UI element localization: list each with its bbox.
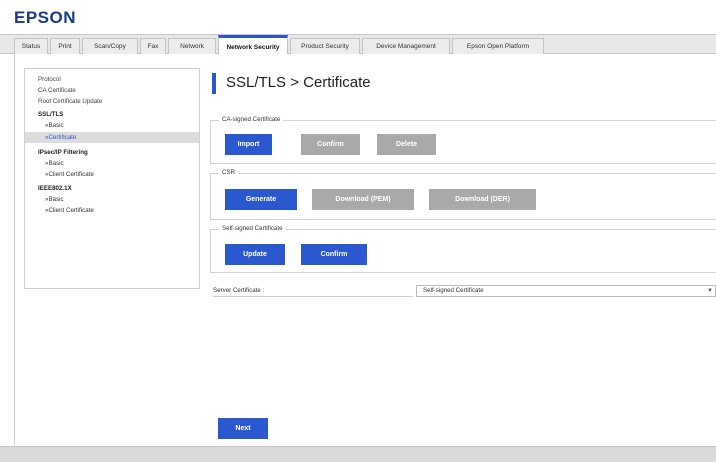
update-button[interactable]: Update [225,244,285,265]
sidebar-item-ipsec-basic[interactable]: »Basic [25,158,199,169]
chevron-down-icon: ▼ [707,288,713,294]
sidebar-section-ipsec[interactable]: IPsec/IP Filtering [25,147,199,158]
sidebar-item-ieee-client-certificate[interactable]: »Client Certificate [25,205,199,216]
next-button[interactable]: Next [218,418,268,439]
ca-signed-certificate-group: CA-signed Certificate [210,115,716,164]
sidebar-item-ipsec-client-certificate[interactable]: »Client Certificate [25,169,199,180]
sidebar-item-protocol[interactable]: Protocol [25,74,199,85]
generate-button[interactable]: Generate [225,189,297,210]
sidebar-item-ssl-basic[interactable]: »Basic [25,120,199,131]
tab-status[interactable]: Status [14,38,48,54]
sidebar-item-ssl-certificate[interactable]: »Certificate [25,132,199,143]
tab-product-security[interactable]: Product Security [290,38,360,54]
page-title: SSL/TLS > Certificate [226,74,371,91]
title-accent-bar [212,73,216,94]
sidebar-section-ssl-tls[interactable]: SSL/TLS [25,109,199,120]
tab-device-management[interactable]: Device Management [362,38,450,54]
sidebar-section-ieee8021x[interactable]: IEEE802.1X [25,183,199,194]
bottom-status-bar [0,446,716,462]
sidebar-item-ca-certificate[interactable]: CA Certificate [25,85,199,96]
server-certificate-label: Server Certificate : [213,285,413,297]
download-der-button[interactable]: Download (DER) [429,189,536,210]
tab-scan-copy[interactable]: Scan/Copy [82,38,138,54]
sidebar-nav: Protocol CA Certificate Root Certificate… [24,68,200,289]
csr-legend: CSR [219,168,239,178]
tab-network[interactable]: Network [168,38,216,54]
ca-confirm-button[interactable]: Confirm [301,134,360,155]
delete-button[interactable]: Delete [377,134,436,155]
self-signed-certificate-group: Self-signed Certificate [210,224,716,273]
epson-logo: EPSON [14,8,77,27]
server-certificate-row: Server Certificate : Self-signed Certifi… [213,285,716,297]
sidebar-item-root-certificate-update[interactable]: Root Certificate Update [25,96,199,107]
download-pem-button[interactable]: Download (PEM) [312,189,414,210]
import-button[interactable]: Import [225,134,272,155]
tab-print[interactable]: Print [50,38,80,54]
top-header: EPSON [0,0,716,34]
self-signed-certificate-legend: Self-signed Certificate [219,224,286,234]
main-tab-bar: Status Print Scan/Copy Fax Network Netwo… [0,34,716,55]
tab-network-security[interactable]: Network Security [218,35,288,55]
ca-signed-certificate-legend: CA-signed Certificate [219,115,284,125]
tab-fax[interactable]: Fax [140,38,166,54]
server-certificate-value: Self-signed Certificate [423,287,484,294]
server-certificate-select[interactable]: Self-signed Certificate ▼ [416,285,716,297]
self-signed-confirm-button[interactable]: Confirm [301,244,367,265]
sidebar-item-ieee-basic[interactable]: »Basic [25,194,199,205]
tab-epson-open-platform[interactable]: Epson Open Platform [452,38,544,54]
